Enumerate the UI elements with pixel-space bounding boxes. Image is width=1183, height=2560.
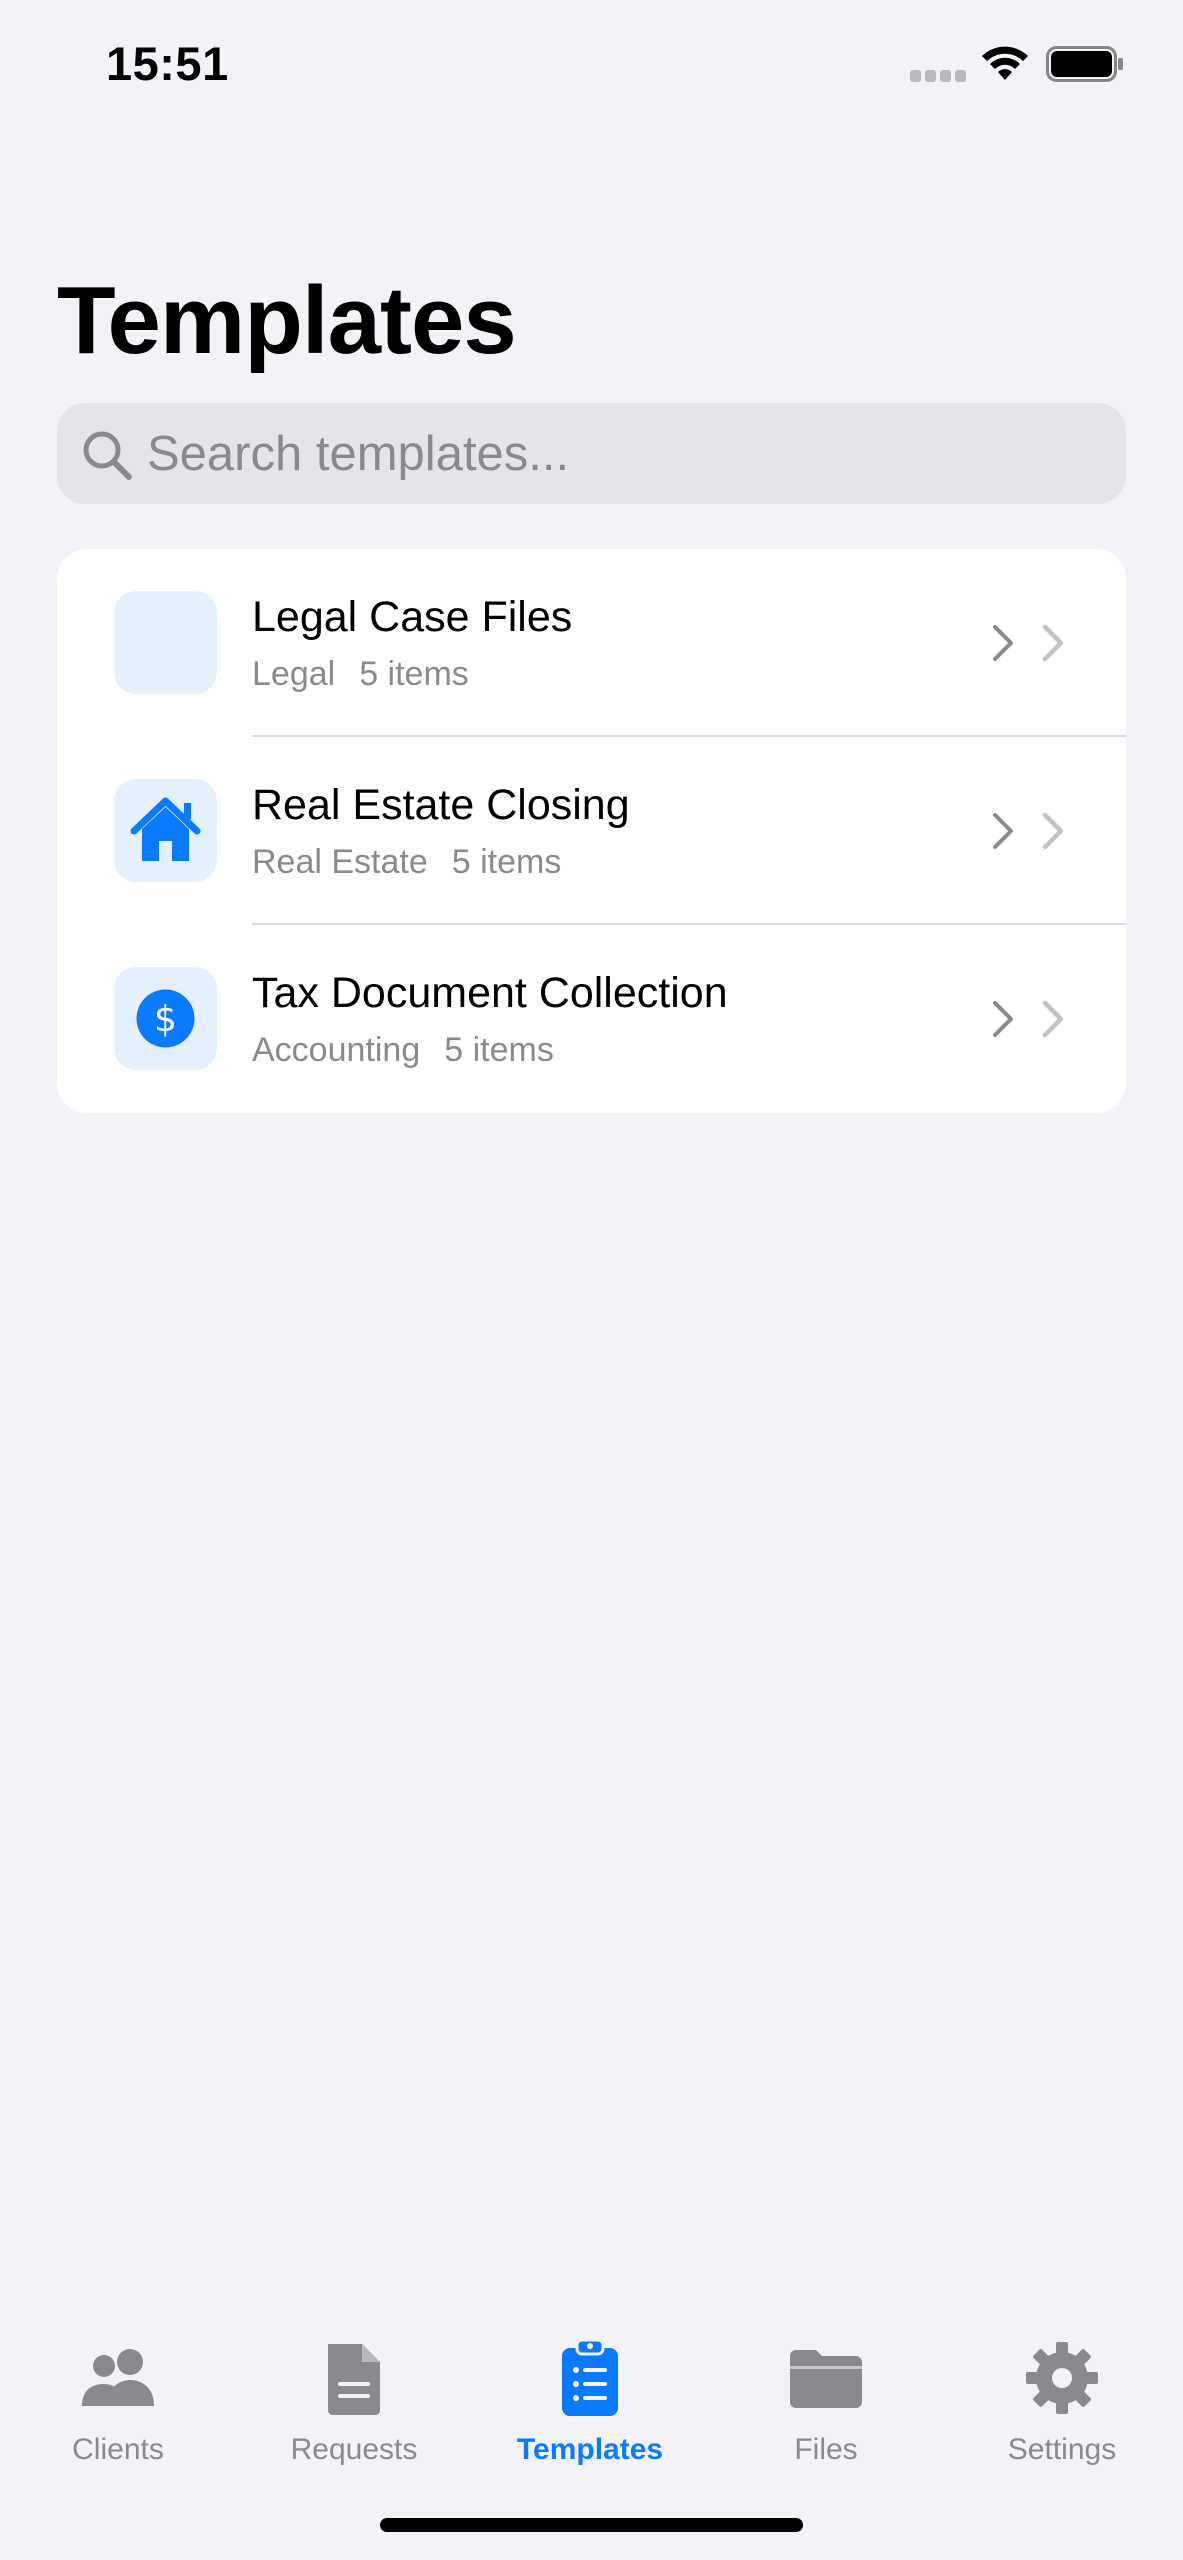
tab-label: Settings	[1007, 2433, 1117, 2466]
search-bar[interactable]	[57, 403, 1126, 504]
svg-text:$: $	[154, 999, 177, 1040]
template-count: 5 items	[444, 1031, 554, 1069]
house-icon	[114, 779, 217, 882]
tab-templates[interactable]: Templates	[472, 2338, 708, 2478]
tab-label: Files	[794, 2433, 858, 2466]
template-category: Accounting	[252, 1031, 421, 1069]
document-icon	[328, 2344, 380, 2415]
status-time: 15:51	[106, 37, 229, 90]
dollar-circle-icon: $	[114, 967, 217, 1070]
template-row-real-estate-closing[interactable]: Real Estate Closing Real Estate 5 items	[57, 737, 1126, 925]
folder-icon	[790, 2350, 862, 2408]
template-category: Real Estate	[252, 843, 428, 881]
home-indicator	[380, 2518, 803, 2532]
battery-icon	[1046, 46, 1123, 82]
chevron-right-icon	[1042, 812, 1064, 850]
chevron-right-icon	[1042, 1000, 1064, 1038]
template-subtitle: Accounting 5 items	[252, 1031, 554, 1070]
template-subtitle: Legal 5 items	[252, 655, 469, 694]
wifi-icon	[982, 46, 1028, 80]
chevron-right-icon	[993, 1001, 1013, 1037]
search-icon	[83, 431, 132, 480]
cellular-signal-icon	[910, 70, 966, 82]
chevron-right-icon	[993, 625, 1013, 661]
template-title: Legal Case Files	[252, 593, 573, 641]
tab-clients[interactable]: Clients	[0, 2338, 236, 2478]
search-input[interactable]	[147, 403, 1097, 504]
chevron-right-icon	[993, 813, 1013, 849]
template-category: Legal	[252, 655, 336, 693]
template-row-tax-document-collection[interactable]: $ Tax Document Collection Accounting 5 it…	[57, 925, 1126, 1113]
template-title: Real Estate Closing	[252, 781, 630, 829]
tab-label: Clients	[72, 2433, 164, 2466]
blank-icon	[114, 591, 217, 694]
templates-list: Legal Case Files Legal 5 items Real Estat…	[57, 549, 1126, 1113]
template-title: Tax Document Collection	[252, 969, 728, 1017]
people-icon	[82, 2349, 154, 2406]
status-bar: 15:51	[0, 0, 1183, 130]
page-title: Templates	[57, 267, 517, 374]
tab-requests[interactable]: Requests	[236, 2338, 472, 2478]
tab-files[interactable]: Files	[708, 2338, 944, 2478]
template-subtitle: Real Estate 5 items	[252, 843, 561, 882]
chevron-right-icon	[1042, 624, 1064, 662]
tab-label: Requests	[290, 2433, 418, 2466]
clipboard-list-icon	[562, 2338, 618, 2416]
template-count: 5 items	[451, 843, 562, 881]
tab-label: Templates	[516, 2433, 664, 2466]
template-count: 5 items	[359, 655, 469, 693]
tab-settings[interactable]: Settings	[944, 2338, 1180, 2478]
gear-icon	[1026, 2342, 1098, 2414]
template-row-legal-case-files[interactable]: Legal Case Files Legal 5 items	[57, 549, 1126, 737]
